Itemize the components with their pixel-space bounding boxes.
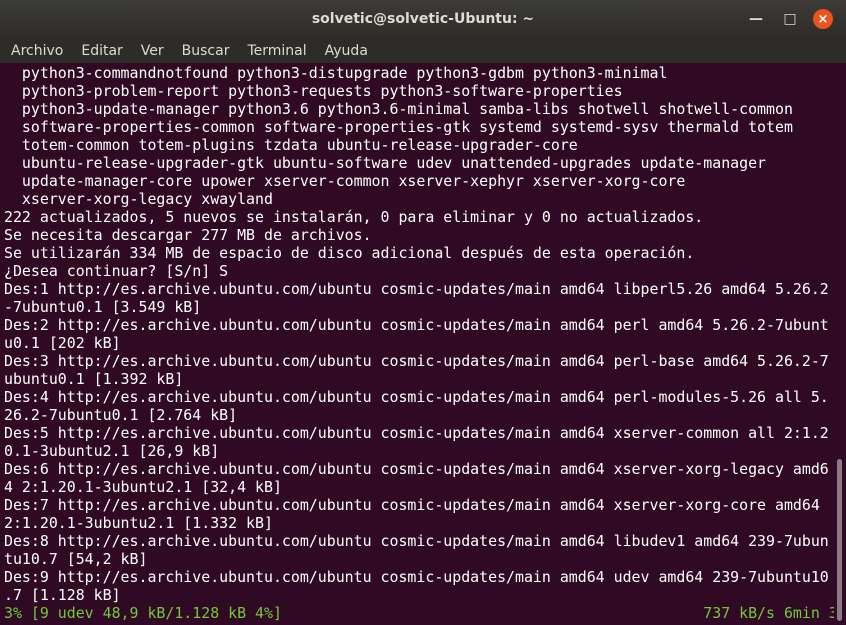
close-icon[interactable]: ×	[813, 9, 833, 29]
terminal-line: Des:2 http://es.archive.ubuntu.com/ubunt…	[4, 316, 829, 334]
maximize-icon[interactable]: □	[780, 9, 800, 29]
terminal-line: -7ubuntu0.1 [3.549 kB]	[4, 298, 202, 316]
terminal-line: Des:8 http://es.archive.ubuntu.com/ubunt…	[4, 532, 829, 550]
menu-archivo[interactable]: Archivo	[0, 43, 71, 59]
download-status-line: 3% [9 udev 48,9 kB/1.128 kB 4%] 737 kB/s…	[4, 604, 834, 622]
terminal-line: 2:1.20.1-3ubuntu2.1 [1.332 kB]	[4, 514, 273, 532]
terminal-line: python3-problem-report python3-requests …	[4, 82, 623, 100]
terminal-line: software-properties-common software-prop…	[4, 118, 793, 136]
menu-terminal[interactable]: Terminal	[237, 43, 314, 59]
terminal-line: python3-commandnotfound python3-distupgr…	[4, 64, 668, 82]
terminal-line: 0.1-3ubuntu2.1 [26,9 kB]	[4, 442, 220, 460]
scrollbar-thumb[interactable]	[837, 459, 842, 621]
terminal-line: update-manager-core upower xserver-commo…	[4, 172, 686, 190]
terminal-line: ubuntu-release-upgrader-gtk ubuntu-softw…	[4, 154, 767, 172]
terminal-line: tu10.7 [54,2 kB]	[4, 550, 148, 568]
terminal-output[interactable]: python3-commandnotfound python3-distupgr…	[0, 64, 834, 625]
terminal-line: python3-update-manager python3.6 python3…	[4, 100, 793, 118]
terminal-line: ¿Desea continuar? [S/n] S	[4, 262, 229, 280]
scrollbar[interactable]	[834, 64, 846, 625]
terminal-line: Des:9 http://es.archive.ubuntu.com/ubunt…	[4, 568, 829, 586]
menu-ayuda[interactable]: Ayuda	[315, 43, 376, 59]
terminal-window: solvetic@solvetic-Ubuntu: ~ — □ × Archiv…	[0, 0, 846, 625]
terminal-line: 222 actualizados, 5 nuevos se instalarán…	[4, 208, 704, 226]
terminal-line: totem-common totem-plugins tzdata ubuntu…	[4, 136, 578, 154]
terminal-line: Des:1 http://es.archive.ubuntu.com/ubunt…	[4, 280, 829, 298]
terminal-line: .7 [1.128 kB]	[4, 586, 121, 604]
title-bar[interactable]: solvetic@solvetic-Ubuntu: ~ — □ ×	[0, 0, 846, 38]
menu-buscar[interactable]: Buscar	[172, 43, 238, 59]
terminal-line: Des:7 http://es.archive.ubuntu.com/ubunt…	[4, 496, 820, 514]
terminal-line: Se utilizarán 334 MB de espacio de disco…	[4, 244, 695, 262]
terminal-line: Des:4 http://es.archive.ubuntu.com/ubunt…	[4, 388, 829, 406]
minimize-icon[interactable]: —	[746, 9, 766, 29]
window-title: solvetic@solvetic-Ubuntu: ~	[311, 11, 535, 27]
menu-editar[interactable]: Editar	[71, 43, 130, 59]
menu-bar: Archivo Editar Ver Buscar Terminal Ayuda	[0, 38, 846, 63]
terminal-line: 26.2-7ubuntu0.1 [2.764 kB]	[4, 406, 238, 424]
terminal-line: ubuntu0.1 [1.392 kB]	[4, 370, 184, 388]
menu-ver[interactable]: Ver	[131, 43, 172, 59]
terminal-line: Des:3 http://es.archive.ubuntu.com/ubunt…	[4, 352, 829, 370]
terminal-line: Des:5 http://es.archive.ubuntu.com/ubunt…	[4, 424, 829, 442]
terminal-line: Des:6 http://es.archive.ubuntu.com/ubunt…	[4, 460, 829, 478]
terminal-line: xserver-xorg-legacy xwayland	[4, 190, 273, 208]
terminal-line: Se necesita descargar 277 MB de archivos…	[4, 226, 372, 244]
terminal-line: 4 2:1.20.1-3ubuntu2.1 [32,4 kB]	[4, 478, 282, 496]
terminal-line: u0.1 [202 kB]	[4, 334, 121, 352]
